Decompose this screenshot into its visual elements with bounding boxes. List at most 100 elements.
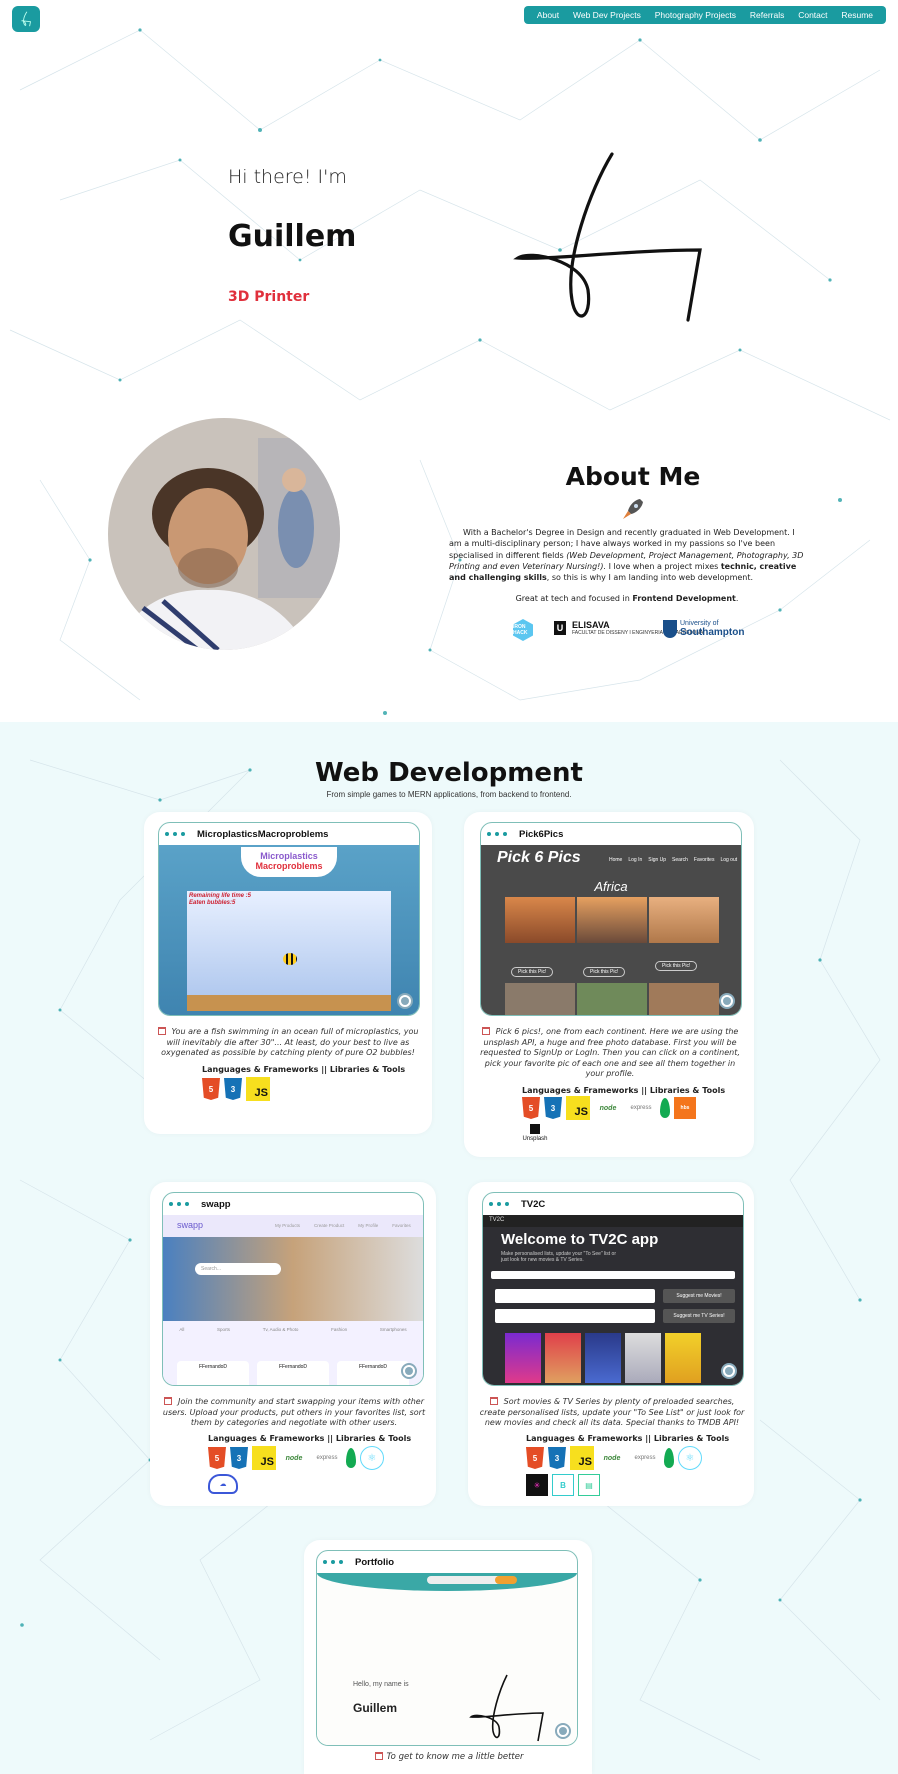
southampton-logo: University of Southampton [663,620,744,638]
home-logo[interactable] [12,6,40,32]
project-description: Sort movies & TV Series by plenty of pre… [479,1397,745,1427]
express-icon: express [634,1455,656,1461]
project-title: swapp [201,1198,231,1210]
project-description: Pick 6 pics!, one from each continent. H… [480,1027,740,1078]
nav-referrals[interactable]: Referrals [750,10,784,20]
portfolio-caption: To get to know me a little better [318,1752,580,1762]
handlebars-icon: hbs [674,1097,696,1119]
react-icon: ⚛ [360,1446,384,1470]
project-card-pick6pics: Pick6Pics Pick 6 Pics Home Log In Sign Up S… [464,812,754,1157]
nodejs-icon: node [285,1454,303,1462]
window-dots-icon [165,832,185,836]
profile-photo [108,418,340,650]
github-icon[interactable] [401,1363,417,1379]
mongodb-icon [346,1448,356,1468]
webdev-subtitle: From simple games to MERN applications, … [326,790,572,799]
particle-network [9,28,891,1761]
hero-name: Guillem [228,219,357,254]
javascript-icon: JS [252,1446,276,1470]
express-icon: express [316,1455,338,1461]
project-title: Pick6Pics [519,828,564,840]
html5-icon: 5 [202,1078,220,1100]
about-description: With a Bachelor's Degree in Design and r… [449,528,804,583]
project-title: TV2C [521,1198,546,1210]
window-dots-icon [169,1202,189,1206]
project-screenshot: TV2C Welcome to TV2C app Make personalis… [483,1215,743,1385]
project-window[interactable]: swapp swapp My Products Create Product My … [162,1192,424,1386]
github-icon[interactable] [719,993,735,1009]
react-icon: ⚛ [678,1446,702,1470]
project-title: MicroplasticsMacroproblems [197,828,329,840]
calendar-icon [481,1027,490,1035]
calendar-icon [163,1397,172,1405]
window-dots-icon [489,1202,509,1206]
css3-icon: 3 [544,1097,562,1119]
css3-icon: 3 [224,1078,242,1100]
javascript-icon: JS [246,1077,270,1101]
rocket-icon [623,499,643,519]
javascript-icon: JS [570,1446,594,1470]
calendar-icon [157,1027,166,1035]
html5-icon: 5 [526,1447,544,1469]
nav-contact[interactable]: Contact [798,10,827,20]
html5-icon: 5 [522,1097,540,1119]
tech-list: 5 3 JS [202,1077,402,1101]
project-description: Join the community and start swapping yo… [162,1397,426,1427]
webdev-title: Web Development [315,758,583,788]
signature-icon [469,1674,544,1742]
html5-icon: 5 [208,1447,226,1469]
tech-list: 5 3 JS node express hbs Unsplash [522,1096,722,1142]
project-screenshot: Microplastics Macroproblems Remaining lif… [159,845,419,1015]
tech-label: Languages & Frameworks || Libraries & To… [522,1086,726,1095]
nodejs-icon: node [603,1454,621,1462]
calendar-icon [374,1752,383,1760]
unsplash-icon: Unsplash [522,1124,548,1142]
tmdb-icon: ✳ [526,1474,548,1496]
project-card-microplastics: MicroplasticsMacroproblems Microplastics… [144,812,432,1134]
github-icon[interactable] [555,1723,571,1739]
nav-photography-projects[interactable]: Photography Projects [655,10,736,20]
project-window[interactable]: MicroplasticsMacroproblems Microplastics… [158,822,420,1016]
window-dots-icon [323,1560,343,1564]
mongodb-icon [660,1098,670,1118]
project-window[interactable]: Pick6Pics Pick 6 Pics Home Log In Sign Up S… [480,822,742,1016]
project-screenshot: Hello, my name is Guillem [317,1573,577,1745]
css3-icon: 3 [230,1447,248,1469]
project-screenshot: Pick 6 Pics Home Log In Sign Up Search Favor… [481,845,741,1015]
about-focus: Great at tech and focused in Frontend De… [515,594,739,603]
project-card-portfolio: Portfolio Hello, my name is Guillem [304,1540,592,1774]
project-screenshot: swapp My Products Create Product My Profil… [163,1215,423,1385]
nav-about[interactable]: About [537,10,559,20]
hero-role: 3D Printer [228,289,310,305]
project-title: Portfolio [355,1556,395,1568]
tech-label: Languages & Frameworks || Libraries & To… [202,1065,406,1074]
signature-logo-icon [21,11,32,27]
css3-icon: 3 [548,1447,566,1469]
api-icon: ▤ [578,1474,600,1496]
tech-label: Languages & Frameworks || Libraries & To… [208,1434,412,1443]
nav-web-dev-projects[interactable]: Web Dev Projects [573,10,641,20]
project-window[interactable]: TV2C TV2C Welcome to TV2C app Make perso… [482,1192,744,1386]
main-nav: About Web Dev Projects Photography Proje… [524,6,886,24]
calendar-icon [489,1397,498,1405]
nav-resume[interactable]: Resume [841,10,873,20]
nodejs-icon: node [599,1104,617,1112]
javascript-icon: JS [566,1096,590,1120]
mongodb-icon [664,1448,674,1468]
tech-list: 5 3 JS node express ⚛ ☁ [208,1446,408,1494]
elisava-mark-icon: U [554,621,566,635]
project-card-tv2c: TV2C TV2C Welcome to TV2C app Make perso… [468,1182,754,1506]
github-icon[interactable] [721,1363,737,1379]
project-window[interactable]: Portfolio Hello, my name is Guillem [316,1550,578,1746]
bootstrap-icon: B [552,1474,574,1496]
tech-label: Languages & Frameworks || Libraries & To… [526,1434,730,1443]
project-card-swapp: swapp swapp My Products Create Product My … [150,1182,436,1506]
tech-list: 5 3 JS node express ⚛ ✳ B ▤ [526,1446,726,1496]
github-icon[interactable] [397,993,413,1009]
express-icon: express [630,1105,652,1111]
signature-image [513,152,702,322]
project-description: You are a fish swimming in an ocean full… [154,1027,422,1059]
cloudinary-icon: ☁ [208,1474,238,1494]
crest-icon [663,620,677,638]
about-title: About Me [565,462,701,491]
